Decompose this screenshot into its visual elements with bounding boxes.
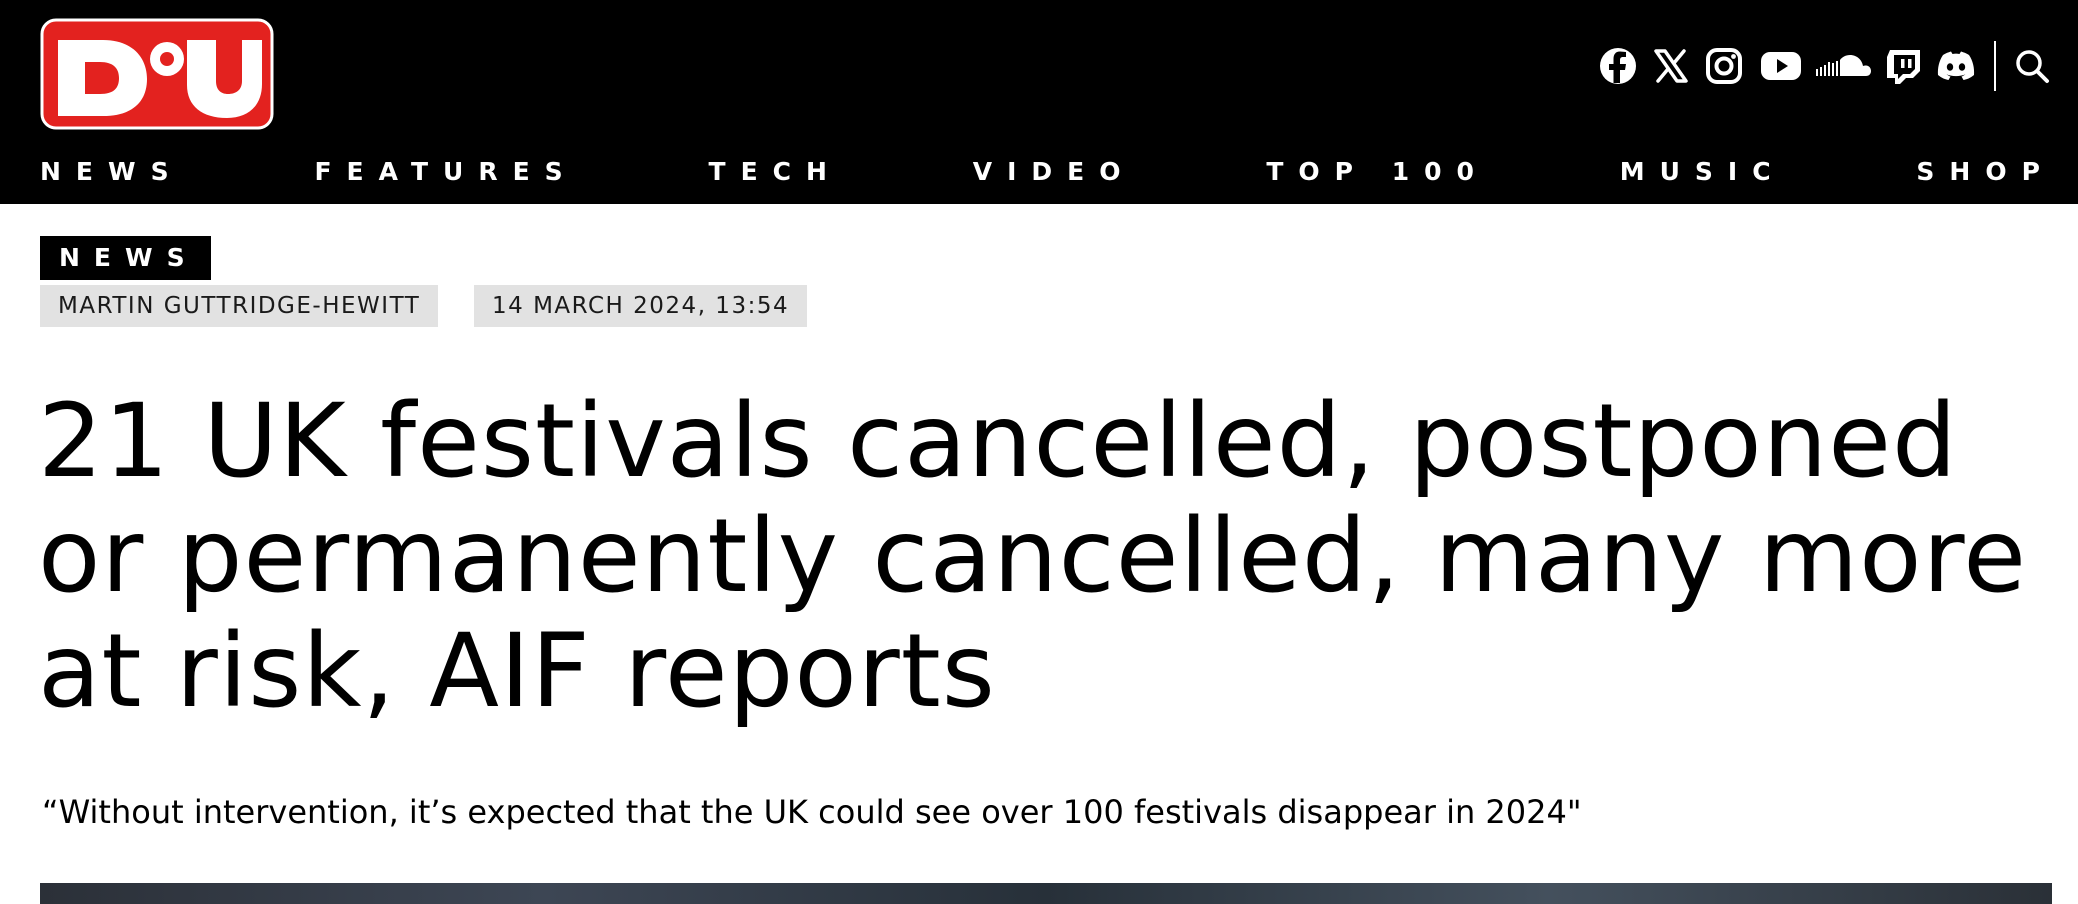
nav-item-news[interactable]: NEWS: [40, 157, 184, 186]
dj-logo[interactable]: [40, 18, 274, 130]
nav-item-shop[interactable]: SHOP: [1916, 157, 2055, 186]
soundcloud-icon[interactable]: [1816, 44, 1872, 88]
hero-image: [40, 883, 2052, 904]
facebook-icon[interactable]: [1596, 44, 1640, 88]
main-nav: NEWS FEATURES TECH VIDEO TOP 100 MUSIC S…: [40, 152, 2040, 190]
category-badge[interactable]: NEWS: [40, 236, 211, 280]
social-links: [1587, 41, 2054, 91]
article-headline: 21 UK festivals cancelled, postponed or …: [38, 382, 2028, 731]
twitch-icon[interactable]: [1881, 44, 1925, 88]
nav-item-video[interactable]: VIDEO: [973, 157, 1136, 186]
site-header: NEWS FEATURES TECH VIDEO TOP 100 MUSIC S…: [0, 0, 2078, 204]
nav-item-features[interactable]: FEATURES: [314, 157, 577, 186]
discord-icon[interactable]: [1934, 44, 1978, 88]
publish-date: 14 MARCH 2024, 13:54: [474, 285, 808, 327]
nav-item-top-100[interactable]: TOP 100: [1266, 157, 1489, 186]
article-standfirst: “Without intervention, it’s expected tha…: [42, 793, 1582, 831]
author-tag[interactable]: MARTIN GUTTRIDGE-HEWITT: [40, 285, 439, 327]
header-divider: [1994, 41, 1996, 91]
nav-item-tech[interactable]: TECH: [709, 157, 842, 186]
search-icon[interactable]: [2010, 44, 2054, 88]
instagram-icon[interactable]: [1702, 44, 1746, 88]
x-icon[interactable]: [1649, 44, 1693, 88]
youtube-icon[interactable]: [1755, 44, 1807, 88]
nav-item-music[interactable]: MUSIC: [1620, 157, 1786, 186]
